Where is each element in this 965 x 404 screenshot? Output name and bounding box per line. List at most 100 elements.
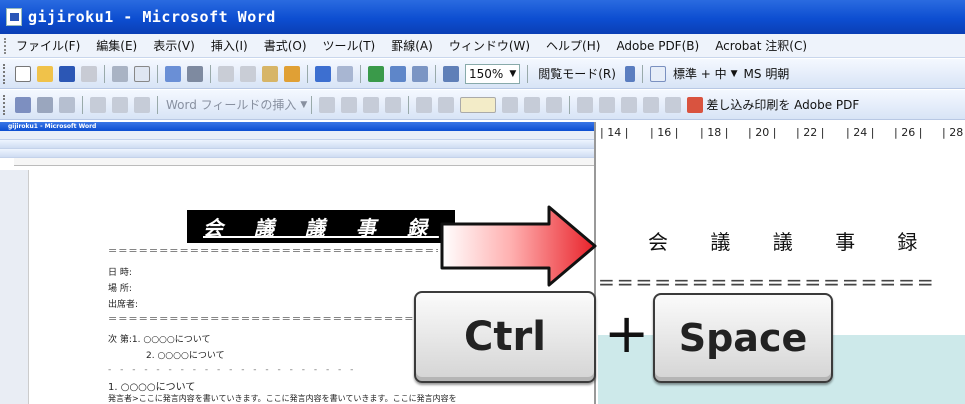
thumbnail-dashed-rule: - - - - - - - - - - - - - - - - - - - - … (108, 365, 357, 375)
propagate-labels-icon[interactable] (385, 96, 402, 113)
separator (157, 95, 158, 114)
chevron-down-icon[interactable]: ▼ (300, 100, 307, 110)
format-painter-icon[interactable] (284, 65, 300, 82)
separator (210, 64, 211, 83)
menu-acrobat-comments[interactable]: Acrobat 注釈(C) (715, 37, 807, 54)
horizontal-ruler: | 14 | | 16 | | 18 | | 20 | | 22 | | 24 … (598, 126, 965, 142)
toolbar-options-icon[interactable] (624, 65, 635, 82)
separator (527, 64, 529, 83)
record-number-input[interactable] (460, 96, 497, 113)
menu-adobe-pdf[interactable]: Adobe PDF(B) (616, 39, 699, 53)
agenda-line-2: 2. ○○○○について (146, 351, 225, 361)
menu-bar: ファイル(F) 編集(E) 表示(V) 挿入(I) 書式(O) ツール(T) 罫… (0, 34, 965, 58)
reading-mode-button[interactable]: 閲覧モード(R) (538, 65, 616, 82)
ruler-mark: | 28 | (942, 126, 964, 139)
menu-insert[interactable]: 挿入(I) (211, 37, 248, 54)
merge-fax-icon[interactable] (665, 96, 682, 113)
view-merged-data-icon[interactable] (319, 96, 336, 113)
toolbar-grip[interactable] (3, 63, 7, 84)
zoom-combo[interactable]: 150% ▼ (465, 63, 521, 84)
tables-borders-icon[interactable] (390, 65, 406, 82)
first-record-icon[interactable] (416, 96, 433, 113)
adobe-pdf-merge-icon[interactable] (687, 96, 704, 113)
new-document-icon[interactable] (15, 65, 31, 82)
agenda-line-1: 次 第:1. ○○○○について (108, 335, 211, 345)
thumbnail-toolbar (0, 149, 594, 158)
chevron-down-icon[interactable]: ▼ (731, 69, 738, 79)
thumbnail-vertical-ruler (0, 170, 28, 404)
ruler-mark: | 18 | (700, 126, 729, 139)
field-place: 場 所: (108, 284, 132, 294)
thumbnail-double-rule: ================================== (108, 312, 418, 325)
next-record-icon[interactable] (502, 96, 519, 113)
ruler-mark: | 16 | (650, 126, 679, 139)
menu-table[interactable]: 罫線(A) (391, 37, 433, 54)
menu-tools[interactable]: ツール(T) (323, 37, 376, 54)
menu-edit[interactable]: 編集(E) (96, 37, 137, 54)
font-combo[interactable]: MS 明朝 (744, 65, 790, 82)
word-app-icon[interactable] (6, 8, 22, 26)
copy-icon[interactable] (240, 65, 256, 82)
menu-file[interactable]: ファイル(F) (16, 37, 80, 54)
thumbnail-menu-bar (0, 131, 594, 140)
menu-help[interactable]: ヘルプ(H) (546, 37, 600, 54)
research-icon[interactable] (187, 65, 203, 82)
styles-icon[interactable] (649, 65, 666, 82)
zoomed-double-rule: ================== (598, 270, 936, 294)
insert-word-field-button[interactable]: Word フィールドの挿入 (166, 96, 296, 113)
toolbar-grip[interactable] (3, 94, 7, 115)
menu-grip[interactable] (4, 37, 10, 54)
spelling-icon[interactable] (165, 65, 181, 82)
separator (104, 64, 105, 83)
ruler-mark: | 26 | (894, 126, 923, 139)
highlight-fields-icon[interactable] (341, 96, 358, 113)
body-text: 発言者>ここに発言内容を書いていきます。ここに発言内容を書いていきます。ここに発… (108, 394, 457, 403)
permission-icon[interactable] (81, 65, 97, 82)
menu-window[interactable]: ウィンドウ(W) (449, 37, 530, 54)
document-map-icon[interactable] (443, 65, 459, 82)
thumbnail-double-rule: ================================== (108, 244, 438, 257)
thumbnail-ruler (14, 158, 594, 166)
previous-record-icon[interactable] (438, 96, 455, 113)
insert-merge-fields-icon[interactable] (134, 96, 150, 113)
thumbnail-toolbar (0, 140, 594, 149)
menu-format[interactable]: 書式(O) (264, 37, 307, 54)
print-icon[interactable] (112, 65, 128, 82)
print-preview-icon[interactable] (134, 65, 150, 82)
save-icon[interactable] (59, 65, 75, 82)
merge-email-icon[interactable] (643, 96, 660, 113)
ruler-mark: | 14 | (600, 126, 629, 139)
chevron-down-icon: ▼ (509, 68, 517, 79)
undo-icon[interactable] (315, 65, 331, 82)
insert-table-icon[interactable] (412, 65, 428, 82)
open-data-source-icon[interactable] (37, 96, 53, 113)
last-record-icon[interactable] (524, 96, 541, 113)
mail-merge-pdf-button[interactable]: 差し込み印刷を Adobe PDF (706, 96, 859, 113)
insert-greeting-icon[interactable] (112, 96, 128, 113)
separator (360, 64, 361, 83)
paste-icon[interactable] (262, 65, 278, 82)
menu-view[interactable]: 表示(V) (153, 37, 195, 54)
arrow-right-icon (440, 205, 597, 287)
find-entry-icon[interactable] (546, 96, 563, 113)
insert-address-block-icon[interactable] (90, 96, 106, 113)
hyperlink-icon[interactable] (368, 65, 384, 82)
merge-printer-icon[interactable] (621, 96, 638, 113)
match-fields-icon[interactable] (363, 96, 380, 113)
redo-icon[interactable] (337, 65, 353, 82)
ruler-mark: | 20 | (748, 126, 777, 139)
open-folder-icon[interactable] (37, 65, 53, 82)
thumbnail-heading: 会 議 議 事 録 (187, 210, 455, 243)
recipients-icon[interactable] (59, 96, 75, 113)
separator (82, 95, 83, 114)
merge-new-document-icon[interactable] (599, 96, 616, 113)
cut-icon[interactable] (218, 65, 234, 82)
mail-merge-toolbar: Word フィールドの挿入 ▼ 差し込み印刷を Adobe PDF (0, 90, 965, 120)
check-errors-icon[interactable] (577, 96, 594, 113)
main-document-setup-icon[interactable] (15, 96, 31, 113)
plus-sign: + (604, 302, 650, 365)
zoom-value: 150% (469, 66, 504, 81)
style-combo[interactable]: 標準 + 中 (673, 65, 727, 82)
separator (641, 64, 643, 83)
window-title: gijiroku1 - Microsoft Word (28, 8, 276, 26)
